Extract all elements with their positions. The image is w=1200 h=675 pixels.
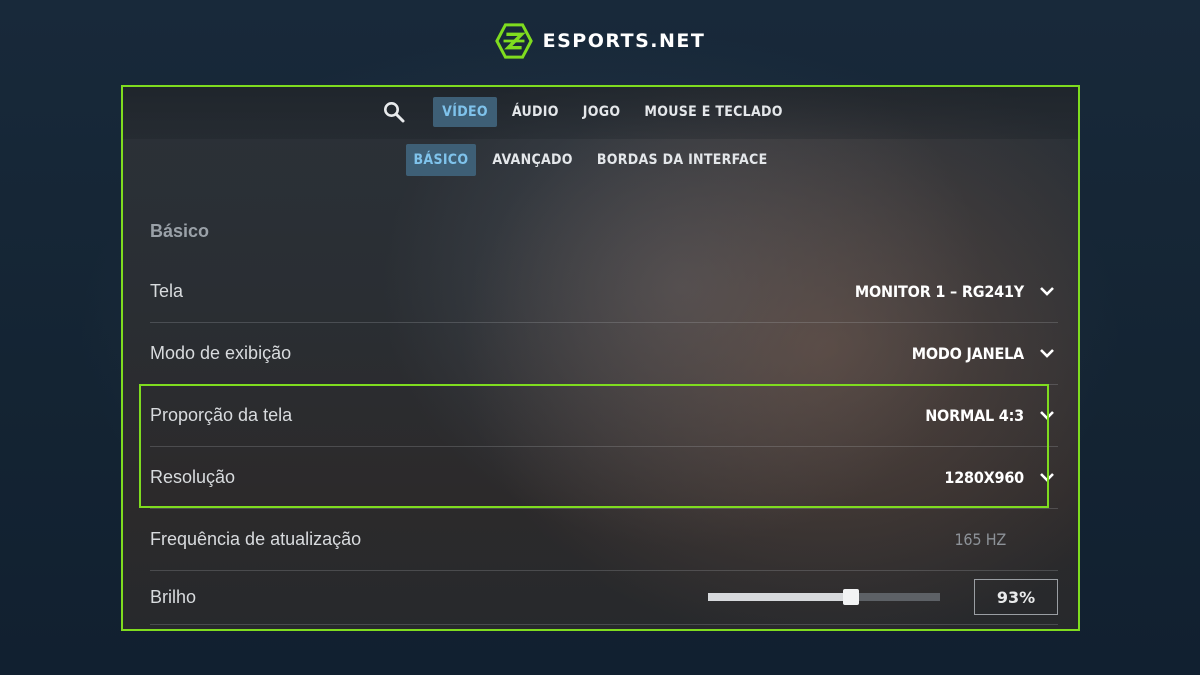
setting-label: Brilho [150,586,197,607]
dropdown-proporcao-da-tela[interactable]: NORMAL 4:3 [925,404,1058,426]
setting-label: Modo de exibição [150,342,292,363]
chevron-down-icon[interactable] [1036,466,1058,488]
setting-row-resolucao[interactable]: Resolução 1280X960 [150,446,1058,509]
chevron-down-icon[interactable] [1036,404,1058,426]
subtab-basico[interactable]: BÁSICO [405,144,477,176]
chevron-down-icon[interactable] [1036,342,1058,364]
brightness-slider[interactable] [708,589,940,605]
dropdown-value: 1280X960 [944,467,1024,487]
setting-row-frequencia-de-atualizacao: Frequência de atualização 165 HZ [150,508,1058,571]
brightness-slider-fill [708,593,847,601]
dropdown-tela[interactable]: MONITOR 1 – RG241Y [855,280,1058,302]
dropdown-resolucao[interactable]: 1280X960 [944,466,1058,488]
dropdown-value: MODO JANELA [911,343,1024,363]
tab-video[interactable]: VÍDEO [433,97,497,127]
setting-row-proporcao-da-tela[interactable]: Proporção da tela NORMAL 4:3 [150,384,1058,447]
tab-mouse-e-teclado[interactable]: MOUSE E TECLADO [635,97,791,127]
settings-panel: VÍDEO ÁUDIO JOGO MOUSE E TECLADO BÁSICO … [121,85,1080,631]
setting-label: Tela [150,280,184,301]
readonly-value: 165 HZ [954,530,1058,549]
setting-row-tela[interactable]: Tela MONITOR 1 – RG241Y [150,260,1058,323]
brightness-value-box[interactable]: 93% [974,579,1058,615]
sub-tabs: BÁSICO AVANÇADO BORDAS DA INTERFACE [123,143,1078,177]
brightness-control[interactable]: 93% [708,579,1058,615]
chevron-down-icon[interactable] [1036,280,1058,302]
brand-name: ESPORTS.NET [542,30,706,52]
brand-header: ESPORTS.NET [0,22,1200,60]
tab-jogo[interactable]: JOGO [574,97,630,127]
setting-label: Proporção da tela [150,404,293,425]
setting-label: Resolução [150,466,236,487]
subtab-avancado[interactable]: AVANÇADO [484,144,580,176]
section-title: Básico [150,221,210,241]
dropdown-value: MONITOR 1 – RG241Y [854,281,1024,301]
main-tabs: VÍDEO ÁUDIO JOGO MOUSE E TECLADO [123,95,1078,129]
setting-label: Frequência de atualização [150,528,362,549]
tab-audio[interactable]: ÁUDIO [503,97,568,127]
setting-row-modo-de-exibicao[interactable]: Modo de exibição MODO JANELA [150,322,1058,385]
esports-logo-icon [494,23,533,59]
setting-row-brilho[interactable]: Brilho 93% [150,570,1058,625]
refresh-rate-value: 165 HZ [954,529,1006,549]
dropdown-value: NORMAL 4:3 [925,405,1024,425]
search-icon[interactable] [379,97,409,127]
dropdown-modo-de-exibicao[interactable]: MODO JANELA [912,342,1058,364]
brightness-slider-thumb[interactable] [843,589,859,605]
subtab-bordas-da-interface[interactable]: BORDAS DA INTERFACE [589,144,776,176]
